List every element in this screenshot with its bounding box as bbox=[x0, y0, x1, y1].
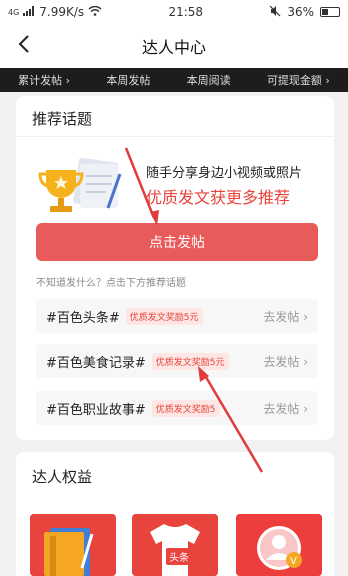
battery-level: 36% bbox=[287, 5, 314, 19]
section-title: 推荐话题 bbox=[32, 110, 93, 128]
post-button[interactable]: 点击发帖 bbox=[36, 223, 318, 261]
topic-item[interactable]: #百色美食记录# 优质发文奖励5元 去发帖 › bbox=[36, 344, 318, 378]
reward-badge: 优质发文奖励5 bbox=[151, 399, 220, 417]
section-title: 达人权益 bbox=[32, 468, 93, 486]
divider bbox=[16, 136, 334, 137]
tshirt-logo: 头条 bbox=[166, 548, 192, 565]
trophy-illustration bbox=[36, 152, 132, 222]
reward-badge: 优质发文奖励5元 bbox=[151, 352, 229, 370]
stat-withdrawable[interactable]: 可提现金额 › bbox=[267, 72, 330, 88]
benefits-card: 达人权益 头条 V bbox=[16, 452, 334, 576]
topic-item[interactable]: #百色头条# 优质发文奖励5元 去发帖 › bbox=[36, 299, 318, 333]
topic-name: #百色美食记录# bbox=[46, 355, 146, 371]
back-button[interactable] bbox=[10, 32, 38, 60]
nav-bar: 达人中心 bbox=[0, 24, 348, 68]
go-post-link[interactable]: 去发帖 › bbox=[263, 308, 308, 325]
chevron-left-icon bbox=[17, 34, 31, 58]
verified-user-icon: V bbox=[236, 514, 322, 576]
stats-bar: 累计发帖 › 本周发帖 本周阅读 可提现金额 › bbox=[0, 68, 348, 92]
stat-total-posts[interactable]: 累计发帖 › bbox=[18, 72, 70, 88]
topic-name: #百色职业故事# bbox=[46, 402, 146, 418]
signal-indicator: 4G bbox=[8, 7, 20, 17]
mute-icon bbox=[269, 5, 281, 20]
status-bar: 4G 7.99K/s 21:58 36% bbox=[0, 0, 348, 24]
reward-badge: 优质发文奖励5元 bbox=[125, 307, 203, 325]
stat-weekly-posts: 本周发帖 bbox=[106, 74, 151, 87]
hint-text: 不知道发什么？点击下方推荐话题 bbox=[36, 278, 186, 289]
svg-text:V: V bbox=[290, 556, 297, 567]
go-post-link[interactable]: 去发帖 › bbox=[263, 400, 308, 417]
recommend-card: 推荐话题 随手分享身边小视频或照片 优质发文获更多推荐 点击发帖 不知道发什么？… bbox=[16, 96, 334, 440]
promo-highlight: 优质发文获更多推荐 bbox=[146, 188, 291, 207]
benefit-verified-badge[interactable]: V bbox=[236, 514, 322, 576]
go-post-link[interactable]: 去发帖 › bbox=[263, 353, 308, 370]
benefit-tshirt[interactable]: 头条 bbox=[132, 514, 218, 576]
tshirt-icon bbox=[132, 514, 218, 576]
topic-name: #百色头条# bbox=[46, 310, 120, 326]
clock: 21:58 bbox=[168, 5, 204, 19]
signal-bars-icon bbox=[23, 5, 35, 19]
page-title: 达人中心 bbox=[141, 38, 206, 57]
topic-item[interactable]: #百色职业故事# 优质发文奖励5 去发帖 › bbox=[36, 391, 318, 425]
battery-icon bbox=[319, 7, 340, 17]
stat-weekly-reads: 本周阅读 bbox=[186, 74, 231, 87]
notebook-icon bbox=[30, 514, 116, 576]
network-speed: 7.99K/s bbox=[39, 5, 85, 19]
promo-text: 随手分享身边小视频或照片 bbox=[146, 166, 303, 181]
wifi-icon bbox=[88, 5, 102, 19]
benefit-notebook[interactable] bbox=[30, 514, 116, 576]
